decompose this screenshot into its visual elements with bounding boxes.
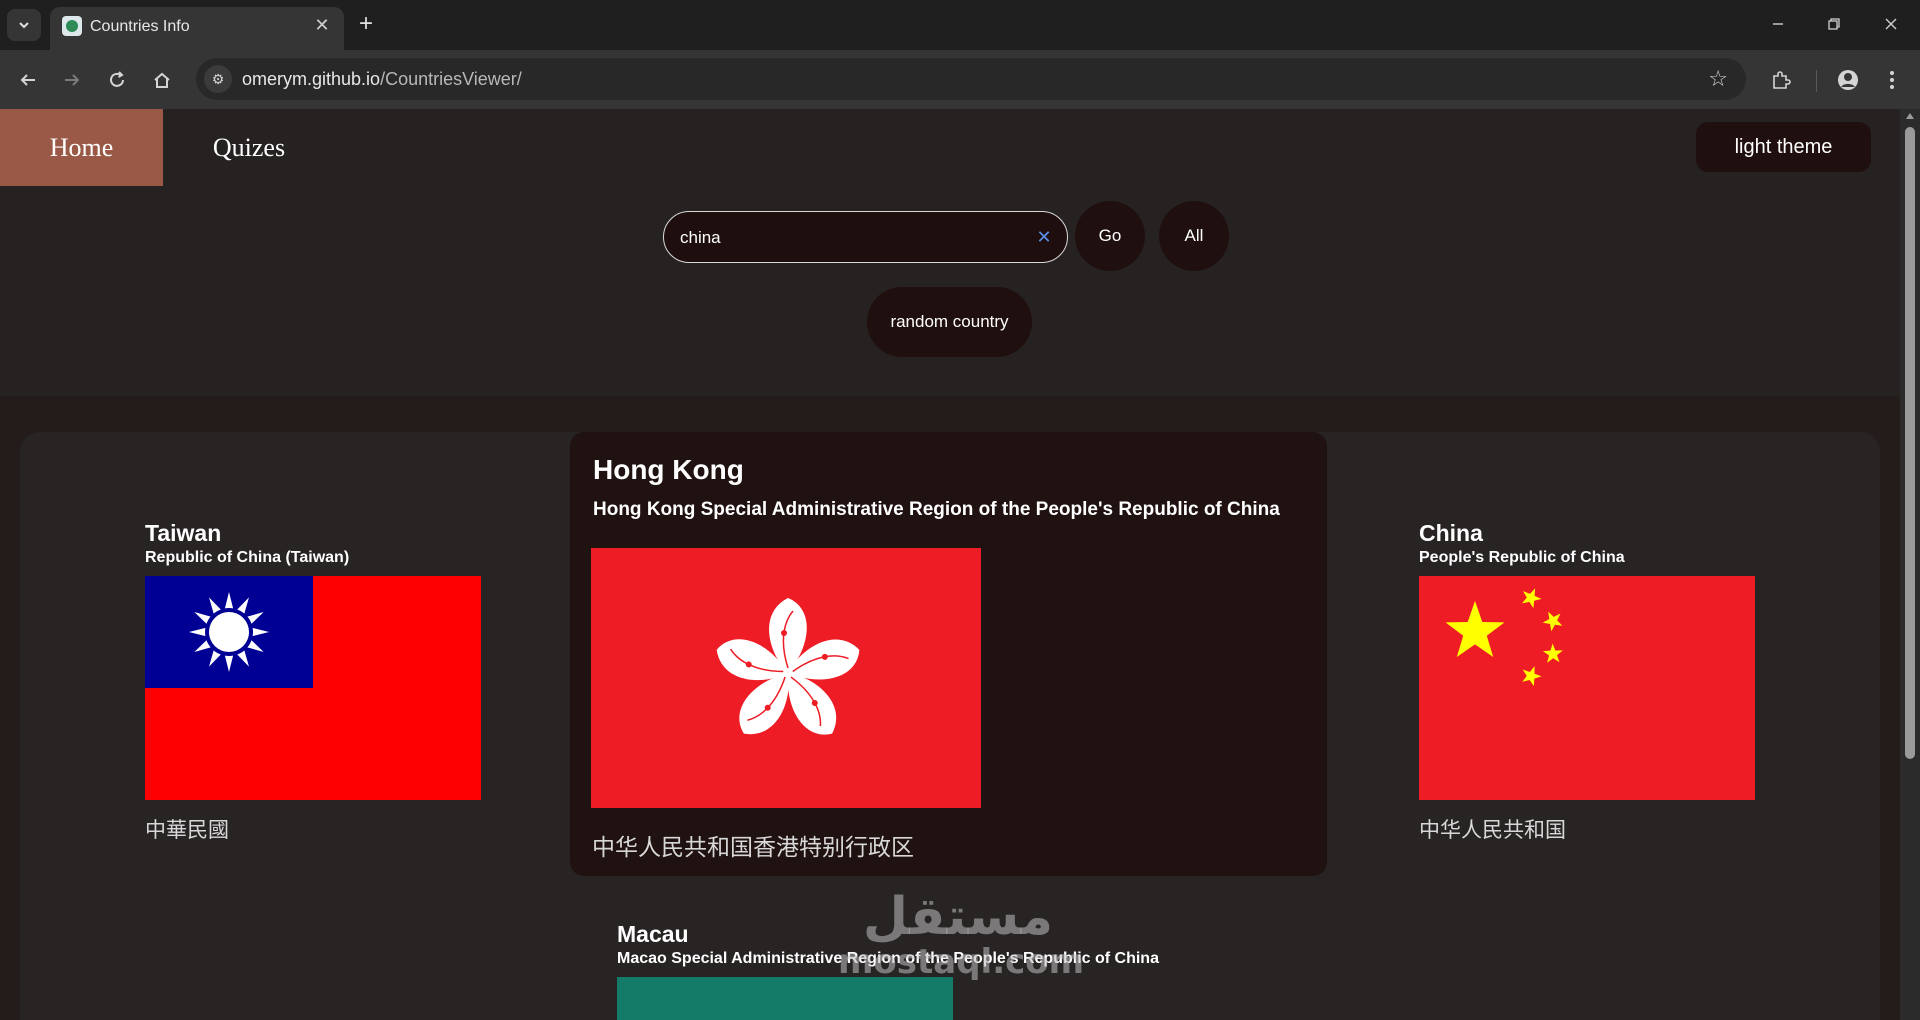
- close-tab-icon[interactable]: ✕: [310, 13, 334, 37]
- country-card-taiwan[interactable]: Taiwan Republic of China (Taiwan) 中華民國: [145, 520, 485, 844]
- site-settings-icon[interactable]: ⚙: [204, 65, 232, 93]
- restore-window-icon[interactable]: [1814, 9, 1854, 39]
- toolbar-divider: [1816, 70, 1817, 92]
- country-official-name: Republic of China (Taiwan): [145, 549, 350, 566]
- hong-kong-flag: [591, 548, 981, 808]
- close-window-icon[interactable]: [1871, 9, 1911, 39]
- extensions-puzzle-icon[interactable]: [1765, 64, 1797, 96]
- taiwan-flag: [145, 576, 481, 800]
- all-button[interactable]: All: [1159, 201, 1229, 271]
- clear-search-icon[interactable]: ✕: [1034, 227, 1054, 247]
- home-icon[interactable]: [146, 64, 178, 96]
- browser-toolbar: ⚙ omerym.github.io/CountriesViewer/ ☆: [0, 50, 1920, 109]
- mostaql-watermark: مستقل mostaql.com: [838, 887, 1085, 982]
- country-name: Taiwan: [145, 520, 222, 546]
- scroll-up-arrow-icon[interactable]: [1906, 113, 1914, 119]
- macau-flag: [617, 977, 953, 1020]
- country-official-name: People's Republic of China: [1419, 549, 1625, 566]
- country-name: Hong Kong: [593, 454, 744, 485]
- nav-home-link[interactable]: Home: [0, 109, 163, 186]
- page-viewport: Home Quizes light theme ✕ Go All random …: [0, 109, 1900, 1020]
- minimize-window-icon[interactable]: [1758, 9, 1798, 39]
- watermark-arabic: مستقل: [862, 887, 1054, 947]
- chevron-down-icon: [19, 22, 29, 29]
- country-native-name: 中華民國: [145, 819, 229, 842]
- browser-tab[interactable]: Countries Info ✕: [50, 7, 344, 50]
- browser-menu-icon[interactable]: [1876, 64, 1908, 96]
- country-native-name: 中华人民共和国香港特别行政区: [592, 834, 914, 860]
- watermark-latin: mostaql.com: [838, 942, 1085, 982]
- light-theme-button[interactable]: light theme: [1696, 122, 1871, 172]
- country-official-name: Hong Kong Special Administrative Region …: [593, 499, 1280, 520]
- search-input[interactable]: [680, 225, 1020, 251]
- tab-title: Countries Info: [90, 18, 190, 35]
- page-scrollbar[interactable]: [1900, 109, 1920, 1020]
- country-card-china[interactable]: China People's Republic of China 中华人民共和国: [1419, 520, 1779, 844]
- go-button[interactable]: Go: [1075, 201, 1145, 271]
- scrollbar-thumb[interactable]: [1905, 127, 1915, 759]
- nav-quizes-link[interactable]: Quizes: [163, 109, 335, 186]
- forward-arrow-icon[interactable]: [56, 64, 88, 96]
- globe-favicon-icon: [62, 16, 82, 36]
- back-arrow-icon[interactable]: [12, 64, 44, 96]
- new-tab-button[interactable]: +: [352, 10, 380, 38]
- country-card-hong-kong[interactable]: Hong Kong Hong Kong Special Administrati…: [570, 432, 1327, 876]
- url-host: omerym.github.io: [242, 69, 381, 89]
- url-text[interactable]: omerym.github.io/CountriesViewer/: [242, 69, 522, 90]
- country-native-name: 中华人民共和国: [1419, 819, 1566, 842]
- country-name: China: [1419, 520, 1483, 546]
- search-box: ✕: [663, 211, 1068, 263]
- browser-tab-strip: Countries Info ✕ +: [0, 0, 1920, 50]
- random-country-button[interactable]: random country: [867, 287, 1032, 357]
- tab-search-button[interactable]: [7, 9, 41, 41]
- address-bar[interactable]: ⚙ omerym.github.io/CountriesViewer/ ☆: [196, 58, 1746, 100]
- profile-avatar-icon[interactable]: [1832, 64, 1864, 96]
- china-flag: [1419, 576, 1755, 800]
- url-path: /CountriesViewer/: [380, 69, 522, 89]
- reload-icon[interactable]: [101, 64, 133, 96]
- bookmark-star-icon[interactable]: ☆: [1708, 66, 1728, 92]
